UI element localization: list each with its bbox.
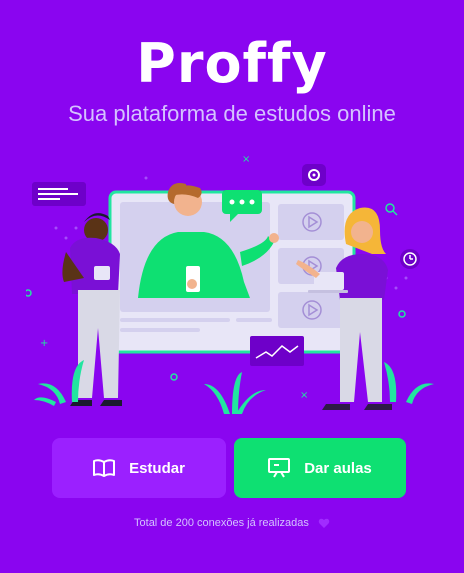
- footer: Total de 200 conexões já realizadas: [0, 512, 464, 534]
- gear-icon: [302, 164, 326, 186]
- logo-text: Proffy: [136, 32, 328, 95]
- clock-icon: [400, 249, 420, 269]
- proffy-logo: Proffy: [0, 32, 464, 96]
- svg-text:×: ×: [300, 390, 308, 401]
- teach-button[interactable]: Dar aulas: [234, 438, 406, 498]
- teach-button-label: Dar aulas: [304, 459, 372, 477]
- heart-icon: [318, 518, 330, 529]
- connections-count-text: Total de 200 conexões já realizadas: [134, 517, 309, 529]
- video-thumbnails: [278, 204, 344, 328]
- study-button[interactable]: Estudar: [52, 438, 226, 498]
- svg-text:+: +: [40, 338, 48, 349]
- study-button-label: Estudar: [129, 459, 185, 477]
- chart-card: [250, 336, 304, 366]
- presentation-icon: [268, 458, 291, 478]
- tagline: Sua plataforma de estudos online: [68, 101, 396, 126]
- svg-text:×: ×: [242, 154, 250, 165]
- book-open-icon: [93, 459, 116, 477]
- hero-illustration: × × +: [26, 154, 434, 414]
